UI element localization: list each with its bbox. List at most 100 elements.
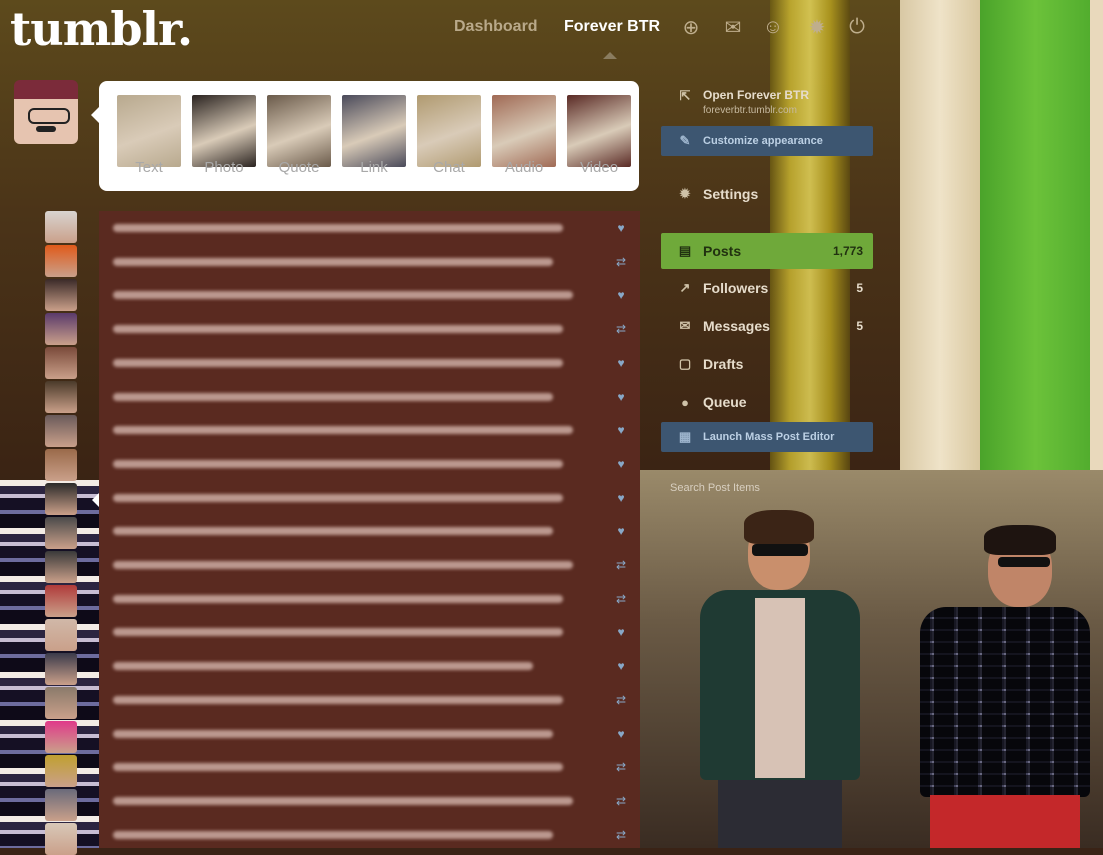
post-type-label: Link <box>360 159 388 176</box>
feed-avatar[interactable] <box>45 517 77 549</box>
feed-avatar[interactable] <box>45 823 77 855</box>
post-type-text-button[interactable]: Text <box>117 95 181 176</box>
feed-avatar[interactable] <box>45 211 77 243</box>
sidebar-item-settings[interactable]: ✹ Settings <box>661 177 873 211</box>
reblog-icon[interactable]: ⇄ <box>613 828 629 842</box>
feed-avatar[interactable] <box>45 653 77 685</box>
feed-avatar[interactable] <box>45 313 77 345</box>
post-type-chat-button[interactable]: Chat <box>417 95 481 176</box>
reblog-icon[interactable]: ⇄ <box>613 760 629 774</box>
like-icon[interactable]: ♥ <box>613 356 629 370</box>
like-icon[interactable]: ♥ <box>613 659 629 673</box>
feed-avatar[interactable] <box>45 585 77 617</box>
feed-avatar[interactable] <box>45 687 77 719</box>
user-avatar[interactable] <box>14 80 78 144</box>
post-type-photo-button[interactable]: Photo <box>192 95 256 176</box>
post-row[interactable] <box>113 628 563 637</box>
like-icon[interactable]: ♥ <box>613 524 629 538</box>
active-post-caret-icon <box>92 493 99 507</box>
post-row[interactable] <box>113 662 533 671</box>
wrench-icon: ✎ <box>679 133 691 148</box>
nav-blog-name[interactable]: Forever BTR <box>564 18 660 36</box>
menu-caret-icon <box>603 52 617 59</box>
post-row[interactable] <box>113 729 553 738</box>
post-type-label: Photo <box>204 159 244 176</box>
open-blog-link[interactable]: ⇱ Open Forever BTR foreverbtr.tumblr.com <box>661 88 873 124</box>
feed-avatar[interactable] <box>45 755 77 787</box>
sidebar-footer-link[interactable]: Search Post Items <box>670 482 760 494</box>
post-row[interactable] <box>113 561 573 569</box>
feed-avatar[interactable] <box>45 619 77 651</box>
feed-avatar[interactable] <box>45 789 77 821</box>
post-row[interactable] <box>113 594 563 603</box>
reblog-icon[interactable]: ⇄ <box>613 794 629 808</box>
performer-left <box>700 510 860 848</box>
post-row[interactable] <box>113 291 573 300</box>
new-post-icon[interactable]: ⊕ <box>678 14 704 40</box>
mass-post-editor-button[interactable]: ▦ Launch Mass Post Editor <box>661 422 873 452</box>
post-type-thumbnail <box>492 95 556 167</box>
post-type-quote-button[interactable]: Quote <box>267 95 331 176</box>
post-row[interactable] <box>113 358 563 367</box>
customize-label: Customize appearance <box>703 135 823 147</box>
sidebar-item-messages[interactable]: ✉ Messages 5 <box>661 309 873 343</box>
post-row[interactable] <box>113 830 553 839</box>
mail-icon[interactable]: ✉ <box>720 14 746 40</box>
settings-label: Settings <box>703 186 759 202</box>
sidebar-item-followers[interactable]: ↗ Followers 5 <box>661 271 873 305</box>
help-icon[interactable]: ☺ <box>760 14 786 40</box>
like-icon[interactable]: ♥ <box>613 390 629 404</box>
like-icon[interactable]: ♥ <box>613 423 629 437</box>
post-row[interactable] <box>113 763 563 772</box>
post-type-label: Video <box>579 159 619 176</box>
nav-dashboard[interactable]: Dashboard <box>454 18 538 36</box>
feed-avatar[interactable] <box>45 245 77 277</box>
post-row[interactable] <box>113 426 573 435</box>
feed-avatar[interactable] <box>45 551 77 583</box>
sidebar-item-queue[interactable]: ● Queue <box>661 385 873 419</box>
power-icon[interactable]: ⏻ <box>844 14 870 40</box>
post-type-audio-button[interactable]: Audio <box>492 95 556 176</box>
tumblr-logo[interactable]: tumblr. <box>10 2 193 56</box>
sidebar-item-drafts[interactable]: ▢ Drafts <box>661 347 873 381</box>
like-icon[interactable]: ♥ <box>613 288 629 302</box>
feed-avatar[interactable] <box>45 381 77 413</box>
sidebar-item-posts[interactable]: ▤ Posts 1,773 <box>661 233 873 269</box>
post-row[interactable] <box>113 224 563 232</box>
reblog-icon[interactable]: ⇄ <box>613 693 629 707</box>
like-icon[interactable]: ♥ <box>613 457 629 471</box>
followers-label: Followers <box>703 280 769 296</box>
post-row[interactable] <box>113 527 553 536</box>
post-row[interactable] <box>113 257 553 266</box>
post-type-thumbnail <box>267 95 331 167</box>
reblog-icon[interactable]: ⇄ <box>613 255 629 269</box>
feed-avatar[interactable] <box>45 721 77 753</box>
chart-icon: ↗ <box>679 280 691 295</box>
post-row[interactable] <box>113 695 563 704</box>
feed-avatar[interactable] <box>45 415 77 447</box>
post-type-video-button[interactable]: Video <box>567 95 631 176</box>
reblog-icon[interactable]: ⇄ <box>613 592 629 606</box>
like-icon[interactable]: ♥ <box>613 625 629 639</box>
draft-icon: ▢ <box>678 356 692 371</box>
gear-icon: ✹ <box>679 186 691 201</box>
like-icon[interactable]: ♥ <box>613 491 629 505</box>
post-row[interactable] <box>113 796 573 805</box>
feed-avatar[interactable] <box>45 449 77 481</box>
feed-avatar[interactable] <box>45 347 77 379</box>
customize-appearance-button[interactable]: ✎ Customize appearance <box>661 126 873 156</box>
like-icon[interactable]: ♥ <box>613 221 629 235</box>
post-type-label: Audio <box>504 159 544 176</box>
reblog-icon[interactable]: ⇄ <box>613 322 629 336</box>
post-row[interactable] <box>113 392 553 401</box>
post-row[interactable] <box>113 325 563 334</box>
post-type-link-button[interactable]: Link <box>342 95 406 176</box>
like-icon[interactable]: ♥ <box>613 727 629 741</box>
feed-avatar[interactable] <box>45 279 77 311</box>
post-row[interactable] <box>113 493 563 502</box>
messages-label: Messages <box>703 318 770 334</box>
reblog-icon[interactable]: ⇄ <box>613 558 629 572</box>
feed-avatar[interactable] <box>45 483 77 515</box>
gear-icon[interactable]: ✹ <box>804 14 830 40</box>
post-row[interactable] <box>113 459 563 468</box>
